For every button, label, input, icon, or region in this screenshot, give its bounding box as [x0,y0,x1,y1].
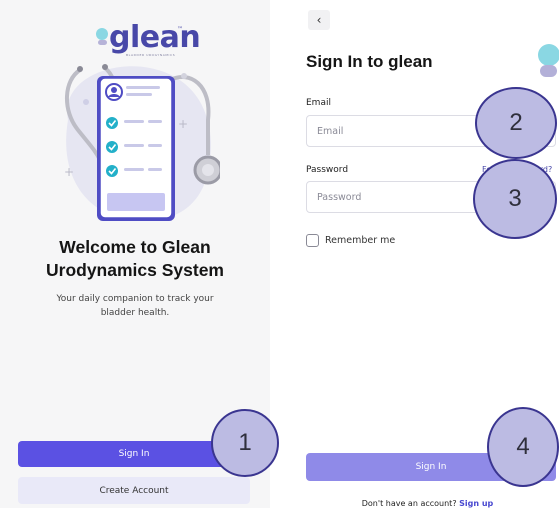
back-chevron-icon[interactable]: ‹ [308,10,330,30]
logo-dot-icon [96,28,108,40]
remember-me-checkbox[interactable] [306,234,319,247]
annotation-marker-1: 1 [211,409,279,477]
stethoscope-clipboard-illustration: + + [64,64,220,221]
create-account-button[interactable]: Create Account [18,477,250,504]
logo-dot-lower [540,65,557,77]
annotation-marker-2: 2 [475,87,557,159]
welcome-title-line2: Urodynamics System [46,260,224,280]
logo-dot-icon [538,44,559,66]
glean-logo-mark [538,44,559,84]
welcome-subtitle: Your daily companion to track your bladd… [56,294,214,318]
sign-up-link[interactable]: Sign up [459,499,493,508]
annotation-marker-4: 4 [487,407,559,487]
logo-trademark: ™ [177,26,183,33]
logo-dot-lower [98,40,107,45]
annotation-marker-3: 3 [473,159,557,239]
signup-prompt-text: Don't have an account? [361,499,457,508]
email-label: Email [306,98,331,108]
remember-me-label: Remember me [325,235,396,246]
welcome-title-line1: Welcome to Glean [59,237,211,257]
svg-text:+: + [178,117,188,131]
password-label: Password [306,165,349,175]
signup-prompt-row: Don't have an account? Sign up [296,499,559,508]
svg-text:+: + [64,165,74,179]
welcome-title: Welcome to Glean Urodynamics System [0,236,270,282]
page-title: Sign In to glean [306,52,433,71]
remember-me-row[interactable]: Remember me [306,234,395,247]
